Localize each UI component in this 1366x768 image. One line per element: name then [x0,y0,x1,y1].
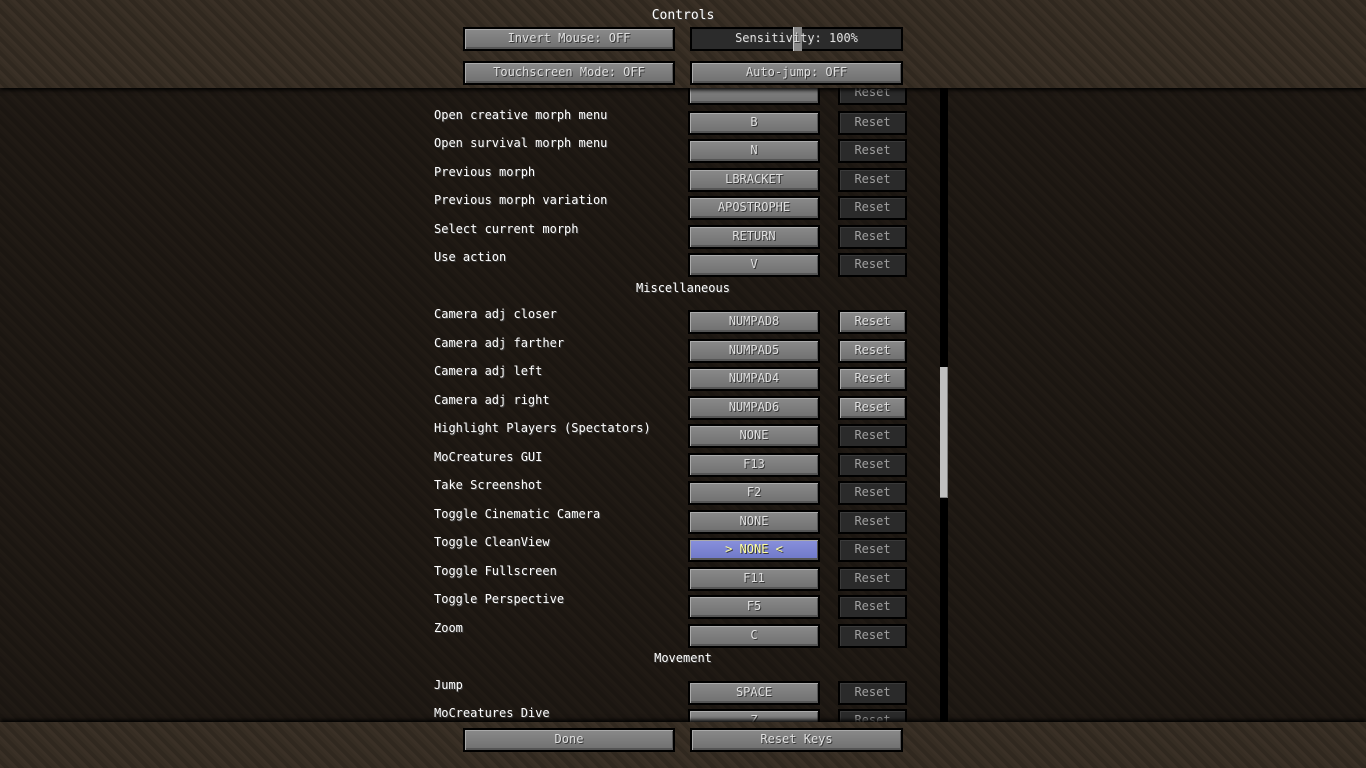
keybind-list: Reset Open creative morph menu B Reset Open … [0,88,1366,722]
reset-button[interactable]: Reset [838,566,907,591]
done-button[interactable]: Done [463,728,675,752]
reset-button[interactable]: Reset [838,88,907,105]
keybind-button[interactable]: F13 [688,452,820,477]
keybind-button[interactable]: RETURN [688,224,820,249]
scrollbar-thumb[interactable] [940,367,948,498]
keybind-label: Highlight Players (Spectators) [434,421,651,435]
keybind-label: Previous morph [434,164,536,179]
keybind-button[interactable]: NUMPAD5 [688,338,820,363]
page-title: Controls [651,8,715,23]
scrollbar[interactable] [940,88,948,722]
keybind-label: Camera adj left [434,364,543,378]
reset-button[interactable]: Reset [838,338,907,363]
keybind-label: Toggle Perspective [434,592,565,606]
keybind-label: Camera adj farther [434,335,565,350]
keybind-button[interactable]: F11 [688,566,820,591]
keybind-button[interactable]: NUMPAD6 [688,395,820,420]
keybind-button[interactable]: B [688,110,820,135]
reset-button[interactable]: Reset [838,481,907,505]
header: Controls Invert Mouse: OFF Sensitivity: … [0,0,1366,88]
category-heading: Miscellaneous [636,280,730,295]
invert-mouse-button[interactable]: Invert Mouse: OFF [463,27,675,51]
reset-button[interactable]: Reset [838,395,907,420]
reset-button[interactable]: Reset [838,538,907,562]
reset-button[interactable]: Reset [838,367,907,391]
footer: Done Reset Keys [0,722,1366,768]
reset-button[interactable]: Reset [838,110,907,135]
keybind-button[interactable]: Z [688,709,820,722]
reset-button[interactable]: Reset [838,196,907,220]
reset-button[interactable]: Reset [838,709,907,722]
keybind-label: Open survival morph menu [434,136,608,150]
keybind-button[interactable]: > NONE < [688,538,820,562]
touchscreen-mode-button[interactable]: Touchscreen Mode: OFF [463,61,675,85]
keybind-label: Zoom [434,620,463,635]
keybind-label: Camera adj right [434,392,550,407]
keybind-button[interactable]: F5 [688,595,820,619]
reset-button[interactable]: Reset [838,509,907,534]
keybind-label: Select current morph [434,221,579,236]
sensitivity-slider[interactable]: Sensitivity: 100% [690,27,903,51]
sensitivity-label: Sensitivity: 100% [735,31,858,45]
keybind-button[interactable]: LBRACKET [688,167,820,192]
keybind-label: Jump [434,677,463,692]
keybind-label: Previous morph variation [434,193,608,207]
reset-button[interactable]: Reset [838,224,907,249]
reset-button[interactable]: Reset [838,424,907,448]
keybind-button[interactable]: NONE [688,424,820,448]
keybind-button[interactable]: V [688,253,820,277]
keybind-label: Camera adj closer [434,307,557,321]
reset-button[interactable]: Reset [838,310,907,334]
keybind-button[interactable] [688,88,820,105]
keybind-button[interactable]: APOSTROPHE [688,196,820,220]
keybind-label: Toggle Cinematic Camera [434,506,601,521]
keybind-button[interactable]: F2 [688,481,820,505]
keybind-button[interactable]: NUMPAD8 [688,310,820,334]
keybind-button[interactable]: NUMPAD4 [688,367,820,391]
keybind-label: Take Screenshot [434,478,543,492]
reset-button[interactable]: Reset [838,595,907,619]
keybind-label: MoCreatures Dive [434,706,550,720]
reset-keys-button[interactable]: Reset Keys [690,728,903,752]
reset-button[interactable]: Reset [838,452,907,477]
keybind-label: MoCreatures GUI [434,449,543,464]
reset-button[interactable]: Reset [838,139,907,163]
keybind-button[interactable]: NONE [688,509,820,534]
keybind-label: Use action [434,250,507,264]
reset-button[interactable]: Reset [838,167,907,192]
reset-button[interactable]: Reset [838,623,907,648]
keybind-label: Toggle CleanView [434,535,550,549]
reset-button[interactable]: Reset [838,253,907,277]
category-heading: Movement [654,651,712,665]
keybind-label: Toggle Fullscreen [434,563,557,578]
keybind-button[interactable]: C [688,623,820,648]
keybind-button[interactable]: N [688,139,820,163]
keybind-button[interactable]: SPACE [688,680,820,705]
auto-jump-button[interactable]: Auto-jump: OFF [690,61,903,85]
reset-button[interactable]: Reset [838,680,907,705]
keybind-label: Open creative morph menu [434,107,608,122]
